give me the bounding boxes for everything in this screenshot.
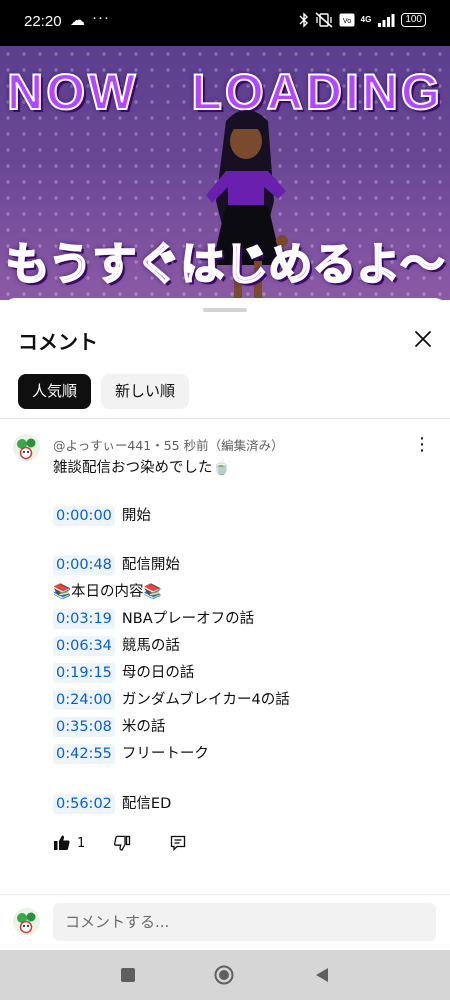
recent-apps-icon[interactable] [118,965,138,985]
thumbs-up-icon [54,835,70,850]
timestamp-link[interactable]: 0:03:19 [53,609,115,629]
timestamp-link[interactable]: 0:06:34 [53,636,115,656]
thumbs-down-icon [114,835,131,851]
tab-top-comments[interactable]: 人気順 [18,374,92,409]
cloud-icon: ☁ [70,12,85,29]
battery-indicator: 100 [401,13,426,27]
reply-comment-icon [170,835,186,852]
sort-tabs: 人気順 新しい順 [18,374,190,409]
comment-author-meta[interactable]: @よっすぃー441・55 秒前（編集済み） [53,435,284,454]
avatar-image [13,908,40,935]
chapter-line: 0:42:55 フリートーク [53,743,209,765]
avatar[interactable] [13,434,40,461]
comment-input[interactable]: コメントする... [53,903,436,941]
close-icon[interactable] [408,324,438,354]
status-icons: Vo 4G 100 [299,12,426,28]
home-icon[interactable] [214,965,234,985]
like-button[interactable]: 1 [53,832,85,854]
chapter-label: フリートーク [121,746,209,762]
vibrate-off-icon [315,12,333,28]
svg-text:Vo: Vo [343,18,351,25]
chapter-line: 0:24:00 ガンダムブレイカー4の話 [53,689,290,711]
comment-actions: 1 [53,832,253,856]
bluetooth-icon [299,12,308,28]
timestamp-link[interactable]: 0:42:55 [53,744,115,764]
divider [0,418,450,419]
more-vertical-icon[interactable]: ⋮ [412,436,432,456]
like-count: 1 [77,835,86,851]
avatar-image [13,434,40,461]
timestamp-link[interactable]: 0:35:08 [53,717,115,737]
comments-sheet: コメント 人気順 新しい順 @よっすぃー441・55 秒前（編集済み） ⋮ 雑談… [0,298,450,950]
timestamp-link[interactable]: 0:00:48 [53,555,115,575]
today-contents-heading: 📚本日の内容📚 [53,584,162,600]
timestamp-link[interactable]: 0:00:00 [53,506,115,526]
signal-icon [378,14,395,27]
status-bar: 22:20 ☁ ··· Vo 4G 100 [0,0,450,46]
video-title-bottom-text: もうすぐはじめるよ〜 [5,238,446,291]
chapter-line: 0:00:48 配信開始 [53,554,180,576]
chapter-label: 配信ED [121,796,172,812]
chapter-line: 0:03:19 NBAプレーオフの話 [53,608,254,630]
timestamp-link[interactable]: 0:56:02 [53,794,115,814]
divider [0,894,450,895]
chapter-label: 母の日の話 [121,665,195,681]
network-type-label: 4G [360,15,372,24]
navigation-bar [0,950,450,1000]
chapter-line: 0:35:08 米の話 [53,716,165,738]
chapter-line: 0:56:02 配信ED [53,793,171,815]
video-player[interactable]: NOW LOADING もうすぐはじめるよ〜 [0,46,450,300]
sheet-title: コメント [18,330,98,354]
chapter-line: 0:00:00 開始 [53,505,151,527]
status-time: 22:20 [24,13,62,30]
timestamp-link[interactable]: 0:24:00 [53,690,115,710]
tab-newest[interactable]: 新しい順 [101,374,190,409]
drag-handle[interactable] [203,308,247,312]
chapter-line: 0:19:15 母の日の話 [53,662,194,684]
reply-button[interactable] [169,832,187,854]
dislike-button[interactable] [113,832,131,854]
volte-icon: Vo [339,13,355,27]
chapter-label: 米の話 [121,719,166,735]
avatar [13,908,40,935]
chapter-label: 開始 [121,508,151,524]
comment-intro: 雑談配信おつ染めでした🍵 [53,460,231,476]
timestamp-link[interactable]: 0:19:15 [53,663,115,683]
more-notifications-icon: ··· [92,9,110,26]
chapter-label: 配信開始 [121,557,180,573]
chapter-label: 競馬の話 [121,638,180,654]
chapter-label: NBAプレーオフの話 [121,611,255,627]
back-icon[interactable] [312,965,332,985]
chapter-label: ガンダムブレイカー4の話 [121,692,290,708]
chapter-line: 0:06:34 競馬の話 [53,635,180,657]
